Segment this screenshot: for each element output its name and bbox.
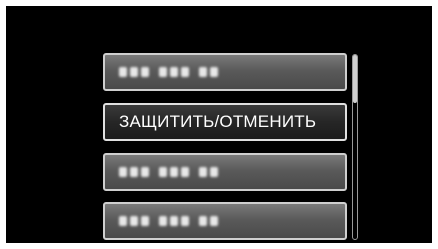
obscured-label bbox=[119, 67, 218, 77]
obscured-label bbox=[119, 167, 218, 177]
scrollbar-thumb[interactable] bbox=[353, 55, 357, 103]
scrollbar[interactable] bbox=[352, 54, 358, 240]
obscured-label bbox=[119, 216, 218, 226]
camera-menu-screen: ЗАЩИТИТЬ/ОТМЕНИТЬ bbox=[6, 6, 432, 243]
menu-item-3[interactable] bbox=[103, 153, 347, 191]
menu-item-label: ЗАЩИТИТЬ/ОТМЕНИТЬ bbox=[119, 112, 317, 131]
menu-item-protect-cancel[interactable]: ЗАЩИТИТЬ/ОТМЕНИТЬ bbox=[103, 103, 347, 141]
menu-item-1[interactable] bbox=[103, 53, 347, 91]
menu-item-4[interactable] bbox=[103, 202, 347, 240]
